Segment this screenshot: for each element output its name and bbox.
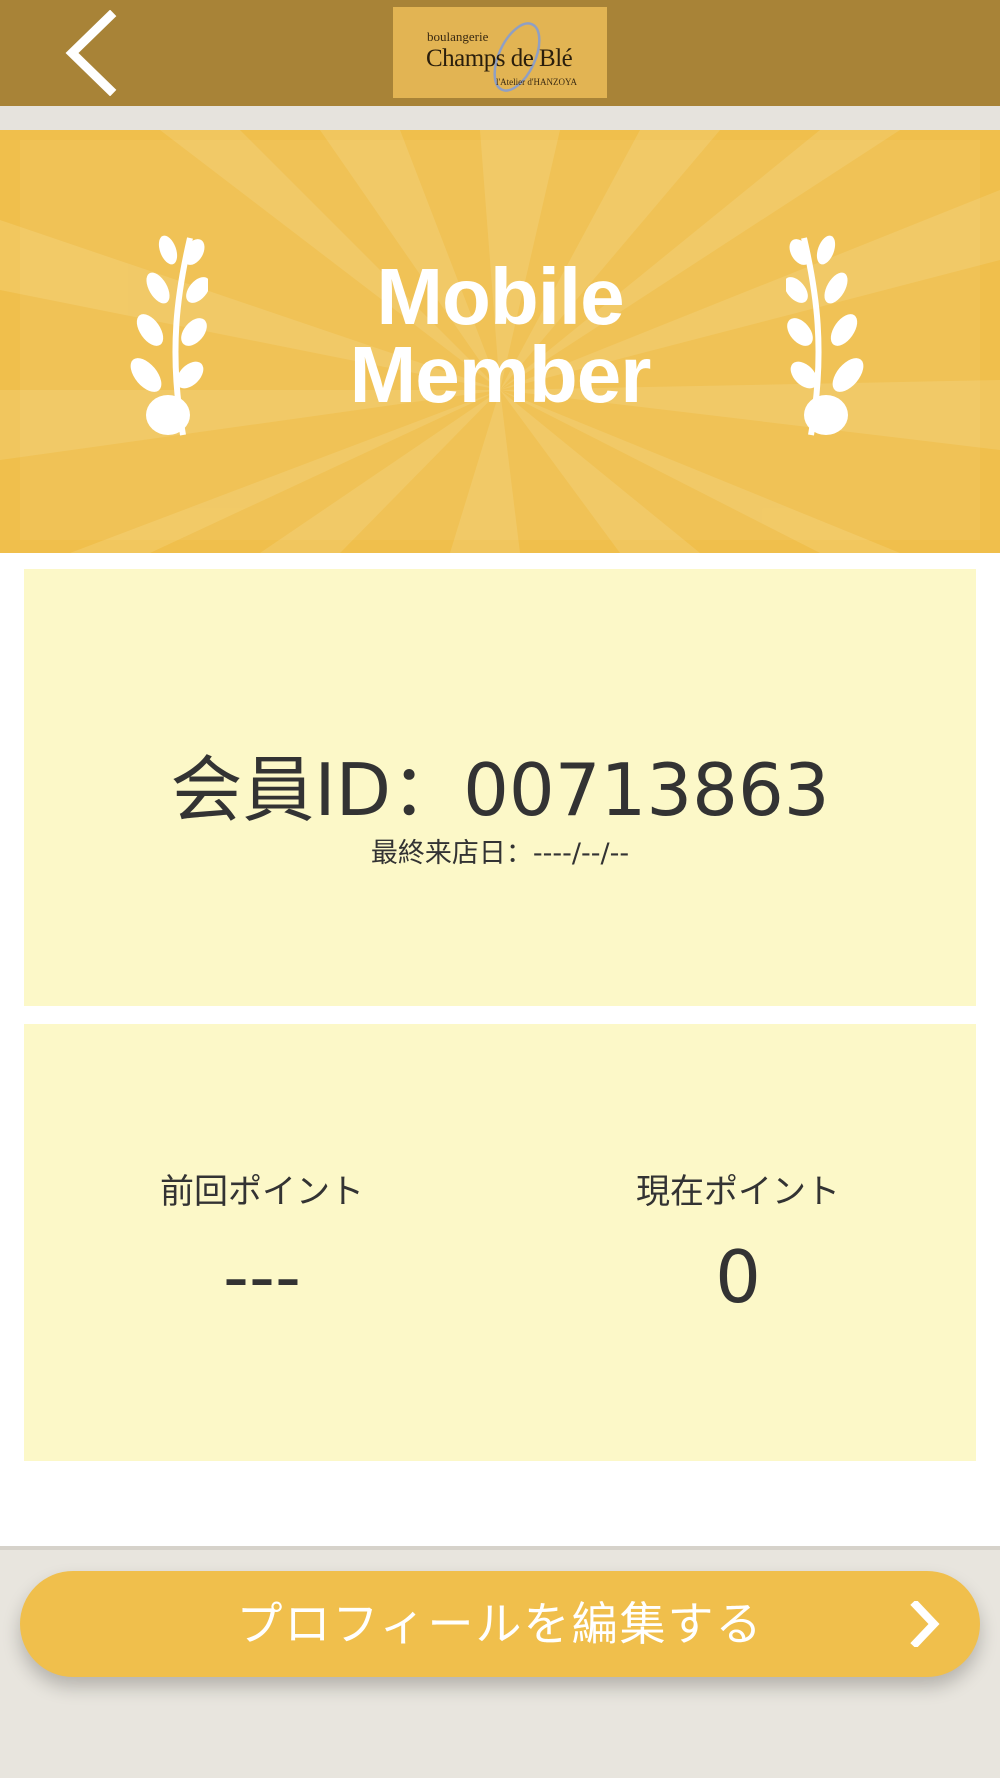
current-points-label: 現在ポイント <box>636 1172 840 1212</box>
logo-sub-text: l'Atelier d'HANZOYA <box>496 77 577 87</box>
brand-logo: boulangerie Champs de Blé l'Atelier d'HA… <box>393 7 607 98</box>
previous-points: 前回ポイント --- <box>24 1164 500 1319</box>
chevron-left-icon <box>65 10 117 96</box>
previous-points-label: 前回ポイント <box>160 1172 364 1212</box>
chevron-right-icon <box>910 1601 940 1647</box>
back-button[interactable] <box>62 8 142 98</box>
previous-points-value: --- <box>223 1235 301 1319</box>
texture-strip <box>0 106 1000 130</box>
app-header: boulangerie Champs de Blé l'Atelier d'HA… <box>0 0 1000 106</box>
current-points: 現在ポイント 0 <box>500 1164 976 1319</box>
member-id-card: 会員ID：00713863 最終来店日：----/--/-- <box>24 569 976 1006</box>
edit-profile-label: プロフィールを編集する <box>236 1597 764 1651</box>
edit-profile-button[interactable]: プロフィールを編集する <box>20 1571 980 1677</box>
logo-brand-text: Champs de Blé <box>426 45 573 72</box>
laurel-right-icon <box>786 235 864 436</box>
logo-small-text: boulangerie <box>427 29 489 44</box>
member-id: 会員ID：00713863 <box>170 748 830 832</box>
member-banner: Mobile Member <box>0 130 1000 553</box>
current-points-value: 0 <box>715 1235 761 1319</box>
last-visit-date: 最終来店日：----/--/-- <box>370 838 630 869</box>
points-card: 前回ポイント --- 現在ポイント 0 <box>24 1024 976 1461</box>
